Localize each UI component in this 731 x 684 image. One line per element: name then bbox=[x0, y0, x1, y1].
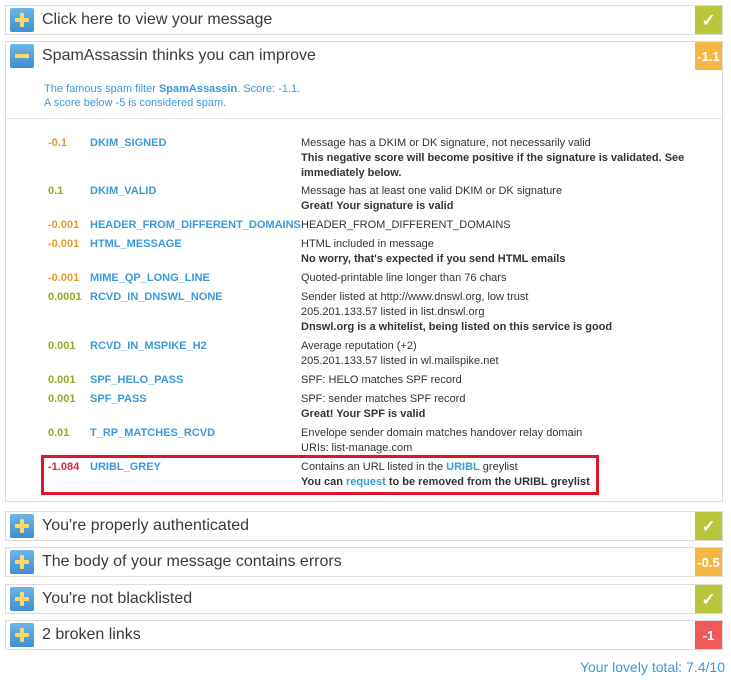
test-name[interactable]: DKIM_VALID bbox=[90, 184, 156, 199]
desc-line: Envelope sender domain matches handover … bbox=[301, 427, 583, 439]
section-title: The body of your message contains errors bbox=[42, 553, 342, 570]
section-title: SpamAssassin thinks you can improve bbox=[42, 47, 316, 64]
section-title: You're properly authenticated bbox=[42, 517, 250, 534]
section-title: 2 broken links bbox=[42, 626, 141, 643]
test-description: Sender listed at http://www.dnswl.org, l… bbox=[301, 290, 711, 335]
test-description: Quoted-printable line longer than 76 cha… bbox=[301, 271, 711, 286]
desc-line: SPF: sender matches SPF record bbox=[301, 393, 466, 405]
test-description: HEADER_FROM_DIFFERENT_DOMAINS bbox=[301, 218, 711, 233]
expand-plus-icon[interactable] bbox=[10, 587, 34, 611]
section-body-errors[interactable]: The body of your message contains errors… bbox=[5, 547, 723, 577]
intro-threshold: A score below -5 is considered spam. bbox=[44, 97, 227, 109]
desc-line: URIs: list-manage.com bbox=[301, 442, 413, 454]
test-score: -0.001 bbox=[48, 219, 80, 231]
desc-line: HTML included in message bbox=[301, 238, 434, 250]
desc-line: Average reputation (+2) bbox=[301, 340, 417, 352]
test-note: Dnswl.org is a whitelist, being listed o… bbox=[301, 321, 613, 333]
test-name[interactable]: MIME_QP_LONG_LINE bbox=[90, 271, 210, 286]
checkmark-icon: ✓ bbox=[701, 516, 716, 536]
test-note: Great! Your signature is valid bbox=[301, 200, 454, 212]
spam-intro: The famous spam filter SpamAssassin. Sco… bbox=[6, 70, 722, 110]
test-score: -0.001 bbox=[48, 272, 80, 284]
section-authenticated[interactable]: You're properly authenticated ✓ bbox=[5, 511, 723, 541]
expand-plus-icon[interactable] bbox=[10, 8, 34, 32]
desc-line: Quoted-printable line longer than 76 cha… bbox=[301, 272, 507, 284]
section-title: You're not blacklisted bbox=[42, 590, 193, 607]
test-name[interactable]: RCVD_IN_MSPIKE_H2 bbox=[90, 339, 207, 354]
spamassassin-brand: SpamAssassin bbox=[158, 83, 238, 95]
test-name[interactable]: T_RP_MATCHES_RCVD bbox=[90, 426, 215, 441]
desc-line: Message has a DKIM or DK signature, not … bbox=[301, 137, 591, 149]
test-score: 0.001 bbox=[48, 393, 76, 405]
spamassassin-panel: The famous spam filter SpamAssassin. Sco… bbox=[5, 70, 723, 502]
score-badge: -1 bbox=[695, 621, 722, 649]
status-badge: ✓ bbox=[695, 6, 722, 34]
collapse-minus-icon[interactable] bbox=[10, 44, 34, 68]
section-title: Click here to view your message bbox=[42, 11, 273, 28]
test-description: Envelope sender domain matches handover … bbox=[301, 426, 711, 456]
intro-text: The famous spam filter bbox=[44, 83, 159, 95]
test-name[interactable]: SPF_PASS bbox=[90, 392, 147, 407]
desc-line: 205.201.133.57 listed in list.dnswl.org bbox=[301, 306, 485, 318]
checkmark-icon: ✓ bbox=[701, 589, 716, 609]
test-note: This negative score will become positive… bbox=[301, 152, 685, 179]
test-score: 0.0001 bbox=[48, 291, 82, 303]
desc-line: Sender listed at http://www.dnswl.org, l… bbox=[301, 291, 529, 303]
desc-line: 205.201.133.57 listed in wl.mailspike.ne… bbox=[301, 355, 499, 367]
expand-plus-icon[interactable] bbox=[10, 550, 34, 574]
expand-plus-icon[interactable] bbox=[10, 623, 34, 647]
section-broken-links[interactable]: 2 broken links -1 bbox=[5, 620, 723, 650]
test-score: -0.1 bbox=[48, 137, 67, 149]
total-score: Your lovely total: 7.4/10 bbox=[579, 659, 725, 675]
test-name[interactable]: HTML_MESSAGE bbox=[90, 237, 182, 252]
status-badge: ✓ bbox=[695, 585, 722, 613]
test-score: 0.001 bbox=[48, 340, 76, 352]
test-description: SPF: sender matches SPF record Great! Yo… bbox=[301, 392, 711, 422]
test-score: 0.001 bbox=[48, 374, 76, 386]
test-description: Message has a DKIM or DK signature, not … bbox=[301, 136, 711, 181]
expand-plus-icon[interactable] bbox=[10, 514, 34, 538]
test-name[interactable]: SPF_HELO_PASS bbox=[90, 373, 183, 388]
desc-line: SPF: HELO matches SPF record bbox=[301, 374, 462, 386]
desc-line: Message has at least one valid DKIM or D… bbox=[301, 185, 563, 197]
section-blacklisted[interactable]: You're not blacklisted ✓ bbox=[5, 584, 723, 614]
section-spamassassin[interactable]: SpamAssassin thinks you can improve -1.1 bbox=[5, 41, 723, 71]
test-note: No worry, that's expected if you send HT… bbox=[301, 253, 566, 265]
test-score: -0.001 bbox=[48, 238, 80, 250]
test-note: Great! Your SPF is valid bbox=[301, 408, 426, 420]
score-badge: -0.5 bbox=[695, 548, 722, 576]
checkmark-icon: ✓ bbox=[701, 10, 716, 30]
highlight-box bbox=[41, 455, 599, 495]
test-score: 0.1 bbox=[48, 185, 64, 197]
score-badge: -1.1 bbox=[695, 42, 722, 70]
test-name[interactable]: RCVD_IN_DNSWL_NONE bbox=[90, 290, 223, 305]
status-badge: ✓ bbox=[695, 512, 722, 540]
section-view-message[interactable]: Click here to view your message ✓ bbox=[5, 5, 723, 35]
test-description: Message has at least one valid DKIM or D… bbox=[301, 184, 711, 214]
desc-line: HEADER_FROM_DIFFERENT_DOMAINS bbox=[301, 219, 511, 231]
test-score: 0.01 bbox=[48, 427, 70, 439]
test-description: SPF: HELO matches SPF record bbox=[301, 373, 711, 388]
test-name[interactable]: HEADER_FROM_DIFFERENT_DOMAINS bbox=[90, 218, 301, 233]
divider bbox=[6, 118, 722, 119]
test-name[interactable]: DKIM_SIGNED bbox=[90, 136, 166, 151]
test-description: HTML included in message No worry, that'… bbox=[301, 237, 711, 267]
test-description: Average reputation (+2) 205.201.133.57 l… bbox=[301, 339, 711, 369]
intro-score-text: . Score: -1.1. bbox=[237, 83, 301, 95]
